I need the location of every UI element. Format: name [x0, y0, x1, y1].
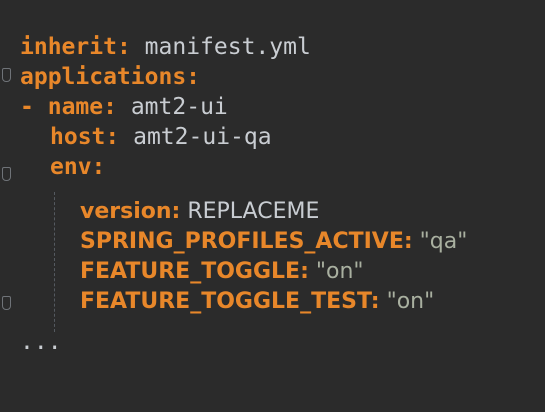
code-line-version[interactable]: version: REPLACEME [20, 195, 319, 229]
yaml-string-value: "qa" [419, 229, 468, 254]
editor-gutter [0, 0, 14, 412]
yaml-string-value: "on" [386, 289, 435, 314]
yaml-value: amt2-ui-qa [133, 124, 272, 150]
colon: : [91, 154, 106, 180]
yaml-key: env [50, 154, 92, 180]
code-line-feature-toggle[interactable]: FEATURE_TOGGLE: "on" [20, 255, 364, 289]
code-line-spring-profiles[interactable]: SPRING_PROFILES_ACTIVE: "qa" [20, 225, 467, 259]
yaml-key: name [47, 94, 104, 120]
colon: : [186, 64, 201, 90]
yaml-key: SPRING_PROFILES_ACTIVE [80, 229, 404, 254]
yaml-value: amt2-ui [130, 94, 228, 120]
colon: : [300, 259, 309, 284]
yaml-key: host [50, 124, 106, 150]
colon: : [403, 229, 413, 254]
document-end-marker: ... [20, 329, 62, 355]
colon: : [116, 34, 131, 60]
code-line-name[interactable]: - name: amt2-ui [20, 90, 228, 124]
yaml-key: FEATURE_TOGGLE_TEST [80, 289, 371, 314]
yaml-key: inherit [20, 34, 117, 60]
yaml-string-value: "on" [315, 259, 364, 284]
code-line-host[interactable]: host: amt2-ui-qa [20, 120, 272, 154]
yaml-key: applications [20, 64, 187, 90]
yaml-value: manifest.yml [144, 34, 311, 60]
colon: : [103, 94, 117, 120]
fold-marker-icon[interactable] [2, 68, 11, 82]
code-line-inherit[interactable]: inherit: manifest.yml [20, 30, 311, 64]
colon: : [105, 124, 120, 150]
yaml-key: FEATURE_TOGGLE [80, 259, 301, 284]
yaml-value: REPLACEME [187, 199, 320, 224]
code-line-ellipsis[interactable]: ... [20, 325, 62, 359]
fold-marker-icon[interactable] [2, 167, 11, 181]
code-line-env[interactable]: env: [20, 150, 105, 184]
yaml-key: version [80, 199, 172, 224]
code-line-feature-toggle-test[interactable]: FEATURE_TOGGLE_TEST: "on" [20, 285, 434, 319]
fold-marker-icon[interactable] [2, 296, 11, 310]
code-line-applications[interactable]: applications: [20, 60, 200, 94]
list-dash: - [20, 94, 34, 120]
colon: : [370, 289, 380, 314]
yaml-editor[interactable]: inherit: manifest.yml applications: - na… [0, 0, 545, 412]
colon: : [171, 199, 181, 224]
